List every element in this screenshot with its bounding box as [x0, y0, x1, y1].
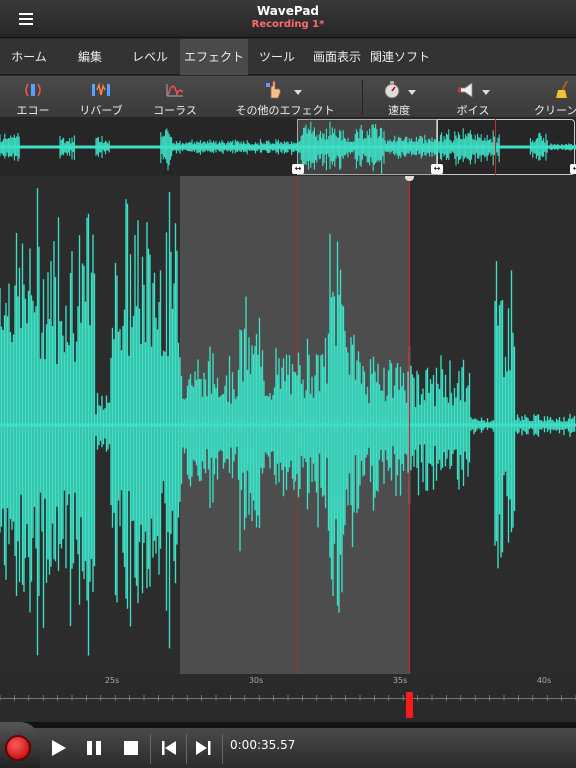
waveform-graphic	[0, 188, 576, 656]
transport-separator	[222, 734, 223, 764]
voice-button[interactable]: ボイス	[450, 76, 496, 118]
skip-to-end-button[interactable]	[186, 730, 222, 766]
tab-related-software[interactable]: 関連ソフト	[368, 39, 432, 75]
overview-cursor-line	[495, 119, 496, 175]
skip-forward-icon	[196, 741, 211, 755]
chorus-label: コーラス	[153, 104, 197, 117]
echo-button[interactable]: エコー	[8, 76, 58, 118]
skip-to-start-button[interactable]	[151, 730, 187, 766]
record-button[interactable]	[0, 722, 40, 768]
chorus-icon	[166, 84, 184, 97]
play-button[interactable]	[40, 730, 76, 766]
voice-label: ボイス	[456, 104, 490, 117]
toolbar-separator	[362, 80, 363, 114]
document-title: Recording 1*	[251, 19, 325, 30]
clean-label: クリーン	[534, 104, 576, 117]
ribbon-tabs: ホーム 編集 レベル エフェクト ツール 画面表示 関連ソフト	[0, 39, 576, 75]
transport-separator	[150, 734, 151, 764]
speed-button[interactable]: 速度	[376, 76, 422, 118]
chorus-button[interactable]: コーラス	[146, 76, 204, 118]
stop-icon	[124, 741, 138, 755]
reverb-button[interactable]: リバーブ	[72, 76, 130, 118]
transport-bar: 0:00:35.57	[0, 722, 576, 768]
overview-range-end-handle[interactable]: ↔	[570, 164, 576, 174]
title-bar: WavePad Recording 1*	[0, 0, 576, 38]
voice-dropdown-icon	[482, 90, 490, 95]
other-effects-button[interactable]: その他のエフェクト	[228, 76, 342, 118]
overview-selection-end-handle[interactable]: ↔	[431, 164, 443, 174]
clean-button[interactable]: クリーン	[528, 76, 576, 118]
megaphone-icon	[458, 82, 473, 98]
tab-edit[interactable]: 編集	[62, 39, 118, 75]
tab-tools[interactable]: ツール	[252, 39, 302, 75]
pause-button[interactable]	[76, 730, 112, 766]
stop-button[interactable]	[113, 730, 149, 766]
timeline-ruler[interactable]: 25s 30s 35s 40s	[0, 674, 576, 722]
overview-waveform-graphic	[0, 121, 576, 174]
reverb-icon	[92, 82, 110, 96]
stopwatch-icon	[384, 81, 400, 99]
pause-icon	[87, 741, 101, 755]
time-display: 0:00:35.57	[230, 738, 296, 752]
transport-separator	[186, 734, 187, 764]
hand-pointer-icon	[266, 80, 281, 99]
speed-label: 速度	[388, 104, 410, 117]
waveform-baseline	[0, 145, 576, 149]
ruler-ticks	[0, 695, 576, 701]
speed-dropdown-icon	[408, 90, 416, 95]
tab-levels[interactable]: レベル	[122, 39, 178, 75]
waveform-path	[0, 188, 576, 656]
overview-selection-start-handle[interactable]: ↔	[292, 164, 304, 174]
echo-icon	[25, 83, 41, 97]
other-effects-label: その他のエフェクト	[235, 104, 335, 117]
waveform-baseline	[0, 423, 576, 427]
main-waveform-view[interactable]	[0, 176, 576, 674]
echo-label: エコー	[16, 104, 50, 117]
play-icon	[52, 740, 66, 756]
reverb-label: リバーブ	[79, 104, 123, 117]
tab-view[interactable]: 画面表示	[308, 39, 366, 75]
skip-back-icon	[162, 741, 176, 755]
overview-waveform[interactable]: ↔ ↔ ↔	[0, 119, 576, 175]
broom-icon	[556, 80, 568, 98]
record-icon	[5, 735, 31, 761]
effects-toolbar: エコー リバーブ コーラス その他のエフェクト 速度 ボイス クリーン	[0, 76, 576, 118]
other-effects-dropdown-icon	[294, 90, 302, 95]
tab-home[interactable]: ホーム	[0, 39, 58, 75]
tab-effects[interactable]: エフェクト	[180, 39, 248, 75]
playback-cursor[interactable]	[409, 176, 410, 674]
playhead-marker[interactable]	[406, 692, 413, 718]
app-title: WavePad	[256, 4, 320, 18]
